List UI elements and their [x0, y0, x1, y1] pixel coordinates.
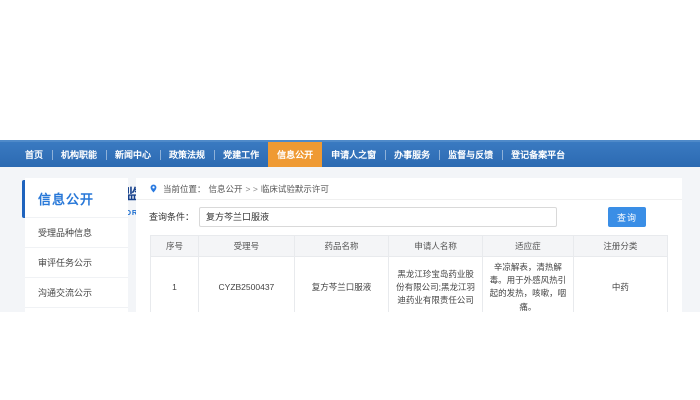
results-table-wrapper: 序号 受理号 药品名称 申请人名称 适应症 注册分类 1 CYZB2500437…: [150, 235, 668, 312]
sidebar: 信息公开 受理品种信息 审评任务公示 沟通交流公示 特殊审批品种列表: [25, 178, 128, 312]
nav-item-services[interactable]: 办事服务: [385, 142, 439, 167]
col-header-drug-name: 药品名称: [294, 236, 389, 257]
breadcrumb-prefix: 当前位置：: [163, 183, 206, 195]
query-condition-input[interactable]: [199, 207, 557, 227]
cell-applicant: 黑龙江珍宝岛药业股份有限公司;黑龙江羽迪药业有限责任公司: [389, 257, 483, 313]
col-header-registration-category: 注册分类: [573, 236, 667, 257]
sidebar-item-review-task-publicity[interactable]: 审评任务公示: [25, 247, 128, 277]
breadcrumb-pin-icon: [149, 184, 158, 193]
query-form: 查询条件： 查询: [136, 200, 682, 233]
breadcrumb-current: 临床试验默示许可: [261, 183, 329, 195]
nav-item-news-center[interactable]: 新闻中心: [106, 142, 160, 167]
cell-registration-category: 中药: [573, 257, 667, 313]
main-content: 当前位置： 信息公开 > > 临床试验默示许可 查询条件： 查询 序号 受理号 …: [136, 178, 682, 312]
query-condition-label: 查询条件：: [149, 210, 194, 223]
query-button[interactable]: 查询: [608, 207, 646, 227]
col-header-seq: 序号: [151, 236, 199, 257]
nav-item-party-building[interactable]: 党建工作: [214, 142, 268, 167]
main-navigation: 首页 机构职能 新闻中心 政策法规 党建工作 信息公开 申请人之窗 办事服务 监…: [0, 140, 700, 167]
breadcrumb-section-link[interactable]: 信息公开: [209, 183, 243, 195]
sidebar-item-special-approval-list[interactable]: 特殊审批品种列表: [25, 307, 128, 312]
nav-item-home[interactable]: 首页: [16, 142, 52, 167]
page: 国家药品监督管理局药品审评中心 CENTER FOR DRUG EVALUATI…: [0, 0, 700, 400]
results-table: 序号 受理号 药品名称 申请人名称 适应症 注册分类 1 CYZB2500437…: [150, 235, 668, 312]
sidebar-item-accepted-product-info[interactable]: 受理品种信息: [25, 217, 128, 247]
breadcrumb: 当前位置： 信息公开 > > 临床试验默示许可: [136, 178, 682, 200]
col-header-applicant: 申请人名称: [389, 236, 483, 257]
nav-item-policies[interactable]: 政策法规: [160, 142, 214, 167]
breadcrumb-separator: > >: [246, 184, 258, 194]
nav-item-registration-platform[interactable]: 登记备案平台: [502, 142, 574, 167]
nav-item-applicant-window[interactable]: 申请人之窗: [322, 142, 385, 167]
col-header-acceptance-no: 受理号: [199, 236, 295, 257]
table-row: 1 CYZB2500437 复方芩兰口服液 黑龙江珍宝岛药业股份有限公司;黑龙江…: [151, 257, 668, 313]
table-header-row: 序号 受理号 药品名称 申请人名称 适应症 注册分类: [151, 236, 668, 257]
col-header-indication: 适应症: [482, 236, 573, 257]
cell-drug-name: 复方芩兰口服液: [294, 257, 389, 313]
nav-item-supervision-feedback[interactable]: 监督与反馈: [439, 142, 502, 167]
sidebar-title: 信息公开: [25, 178, 128, 217]
cell-seq: 1: [151, 257, 199, 313]
sidebar-item-communication-publicity[interactable]: 沟通交流公示: [25, 277, 128, 307]
cell-indication: 辛凉解表，清热解毒。用于外感风热引起的发热，咳嗽，咽痛。: [482, 257, 573, 313]
cell-acceptance-no: CYZB2500437: [199, 257, 295, 313]
nav-item-info-disclosure[interactable]: 信息公开: [268, 142, 322, 167]
nav-item-organization[interactable]: 机构职能: [52, 142, 106, 167]
site-header: 国家药品监督管理局药品审评中心 CENTER FOR DRUG EVALUATI…: [0, 88, 700, 140]
